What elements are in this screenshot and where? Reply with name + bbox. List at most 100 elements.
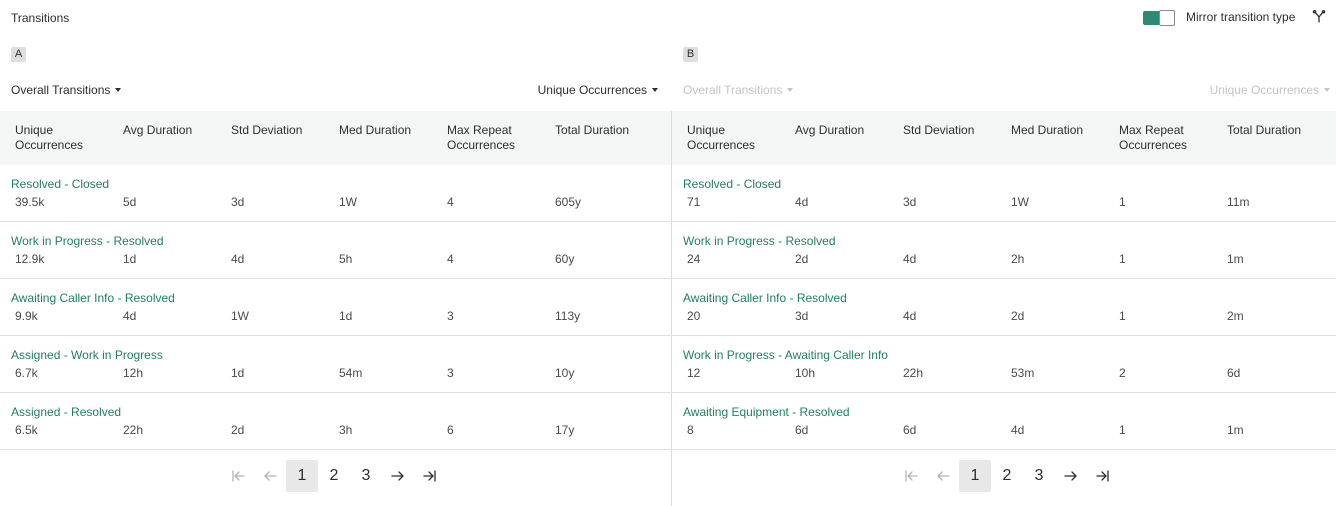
table-cell: 60y	[555, 252, 575, 266]
first-page-icon[interactable]	[222, 460, 254, 492]
table-cell: 1d	[339, 309, 353, 323]
dropdown-label: Overall Transitions	[683, 83, 783, 97]
dropdown-label: Unique Occurrences	[1209, 83, 1319, 97]
caret-down-icon	[1324, 87, 1330, 92]
page-number-button[interactable]: 3	[1023, 460, 1055, 492]
table-cell: 3d	[903, 195, 917, 209]
table-cell: 4	[447, 252, 454, 266]
page-number-button[interactable]: 2	[991, 460, 1023, 492]
last-page-icon[interactable]	[1087, 460, 1119, 492]
mirror-label: Mirror transition type	[1186, 10, 1296, 24]
next-page-icon[interactable]	[1055, 460, 1087, 492]
table-row: Assigned - Resolved 6.5k 22h 2d 3h 6 17y	[0, 393, 671, 450]
transition-link[interactable]: Assigned - Resolved	[11, 405, 121, 419]
page-number-button[interactable]: 3	[350, 460, 382, 492]
page-number-button[interactable]: 1	[286, 460, 318, 492]
table-cell: 1m	[1227, 252, 1244, 266]
table-cell: 22h	[903, 366, 924, 380]
table-cell: 5h	[339, 252, 353, 266]
caret-down-icon	[652, 87, 658, 92]
table-cell: 6d	[1227, 366, 1241, 380]
mirror-toggle[interactable]	[1143, 10, 1175, 26]
page-number-button[interactable]: 2	[318, 460, 350, 492]
previous-page-icon[interactable]	[254, 460, 286, 492]
first-page-icon[interactable]	[895, 460, 927, 492]
transitions-dropdown[interactable]: Overall Transitions	[683, 83, 794, 97]
table-cell: 4d	[1011, 423, 1025, 437]
pagination: 123	[222, 460, 462, 492]
table-cell: 4d	[123, 309, 137, 323]
table-cell: 3	[447, 366, 454, 380]
table-cell: 4d	[231, 252, 245, 266]
table-row: Awaiting Caller Info - Resolved 9.9k 4d 1W 1…	[0, 279, 671, 336]
column-header[interactable]: Med Duration	[1011, 123, 1111, 138]
table-cell: 1	[1119, 252, 1126, 266]
table-cell: 3h	[339, 423, 353, 437]
column-header[interactable]: Avg Duration	[795, 123, 895, 138]
table-cell: 11m	[1227, 195, 1250, 209]
transition-link[interactable]: Awaiting Caller Info - Resolved	[11, 291, 175, 305]
transition-link[interactable]: Assigned - Work in Progress	[11, 348, 163, 362]
table-cell: 12.9k	[15, 252, 45, 266]
table-cell: 3d	[231, 195, 245, 209]
column-header[interactable]: Max Repeat Occurrences	[1119, 123, 1219, 153]
transition-link[interactable]: Resolved - Closed	[683, 177, 781, 191]
table-row: Resolved - Closed 39.5k 5d 3d 1W 4 605y	[0, 165, 671, 222]
column-header[interactable]: Max Repeat Occurrences	[447, 123, 547, 153]
column-header[interactable]: Total Duration	[555, 123, 655, 138]
column-header[interactable]: Total Duration	[1227, 123, 1327, 138]
table-cell: 4d	[903, 252, 917, 266]
last-page-icon[interactable]	[414, 460, 446, 492]
page-number-button[interactable]: 1	[959, 460, 991, 492]
branch-icon[interactable]	[1312, 10, 1326, 24]
column-header[interactable]: Unique Occurrences	[15, 123, 115, 153]
column-header[interactable]: Std Deviation	[231, 123, 331, 138]
table-cell: 71	[687, 195, 701, 209]
panel-b: B Overall Transitions Unique Occurrences Un…	[672, 36, 1336, 506]
toggle-knob	[1159, 10, 1175, 26]
table-cell: 6d	[903, 423, 917, 437]
header-bar: Transitions Mirror transition type	[0, 0, 1336, 36]
table-row: Awaiting Caller Info - Resolved 20 3d 4d 2d 1…	[672, 279, 1336, 336]
table-cell: 605y	[555, 195, 582, 209]
table-row: Work in Progress - Awaiting Caller Info 1…	[672, 336, 1336, 393]
transition-link[interactable]: Resolved - Closed	[11, 177, 109, 191]
table-cell: 2	[1119, 366, 1126, 380]
transition-link[interactable]: Work in Progress - Resolved	[683, 234, 836, 248]
table-cell: 10h	[795, 366, 816, 380]
transition-link[interactable]: Work in Progress - Awaiting Caller Info	[683, 348, 888, 362]
metric-dropdown[interactable]: Unique Occurrences	[538, 83, 658, 97]
table-cell: 2d	[231, 423, 245, 437]
transition-link[interactable]: Awaiting Equipment - Resolved	[683, 405, 850, 419]
table-header: Unique Occurrences Avg Duration Std Deviat…	[672, 111, 1336, 165]
table-cell: 1m	[1227, 423, 1244, 437]
panel-badge: B	[683, 47, 698, 62]
column-header[interactable]: Avg Duration	[123, 123, 223, 138]
column-header[interactable]: Med Duration	[339, 123, 439, 138]
table-cell: 2h	[1011, 252, 1025, 266]
transitions-dropdown[interactable]: Overall Transitions	[11, 83, 122, 97]
column-header[interactable]: Std Deviation	[903, 123, 1003, 138]
table-cell: 1d	[123, 252, 137, 266]
table-cell: 113y	[555, 309, 581, 323]
previous-page-icon[interactable]	[927, 460, 959, 492]
table-cell: 5d	[123, 195, 137, 209]
column-header[interactable]: Unique Occurrences	[687, 123, 787, 153]
table-cell: 1	[1119, 423, 1126, 437]
table-cell: 1W	[231, 309, 249, 323]
table-row: Work in Progress - Resolved 24 2d 4d 2h 1 1m	[672, 222, 1336, 279]
next-page-icon[interactable]	[382, 460, 414, 492]
table-cell: 1W	[339, 195, 357, 209]
panel-a: A Overall Transitions Unique Occurrences Un…	[0, 36, 671, 506]
transition-link[interactable]: Work in Progress - Resolved	[11, 234, 164, 248]
table-cell: 4d	[795, 195, 809, 209]
table-cell: 9.9k	[15, 309, 38, 323]
table-cell: 1d	[231, 366, 245, 380]
table-cell: 53m	[1011, 366, 1035, 380]
table-row: Awaiting Equipment - Resolved 8 6d 6d 4d 1 1m	[672, 393, 1336, 450]
transition-link[interactable]: Awaiting Caller Info - Resolved	[683, 291, 847, 305]
table-cell: 20	[687, 309, 701, 323]
panel-badge: A	[11, 47, 26, 62]
metric-dropdown[interactable]: Unique Occurrences	[1210, 83, 1330, 97]
table-header: Unique Occurrences Avg Duration Std Deviat…	[0, 111, 671, 165]
